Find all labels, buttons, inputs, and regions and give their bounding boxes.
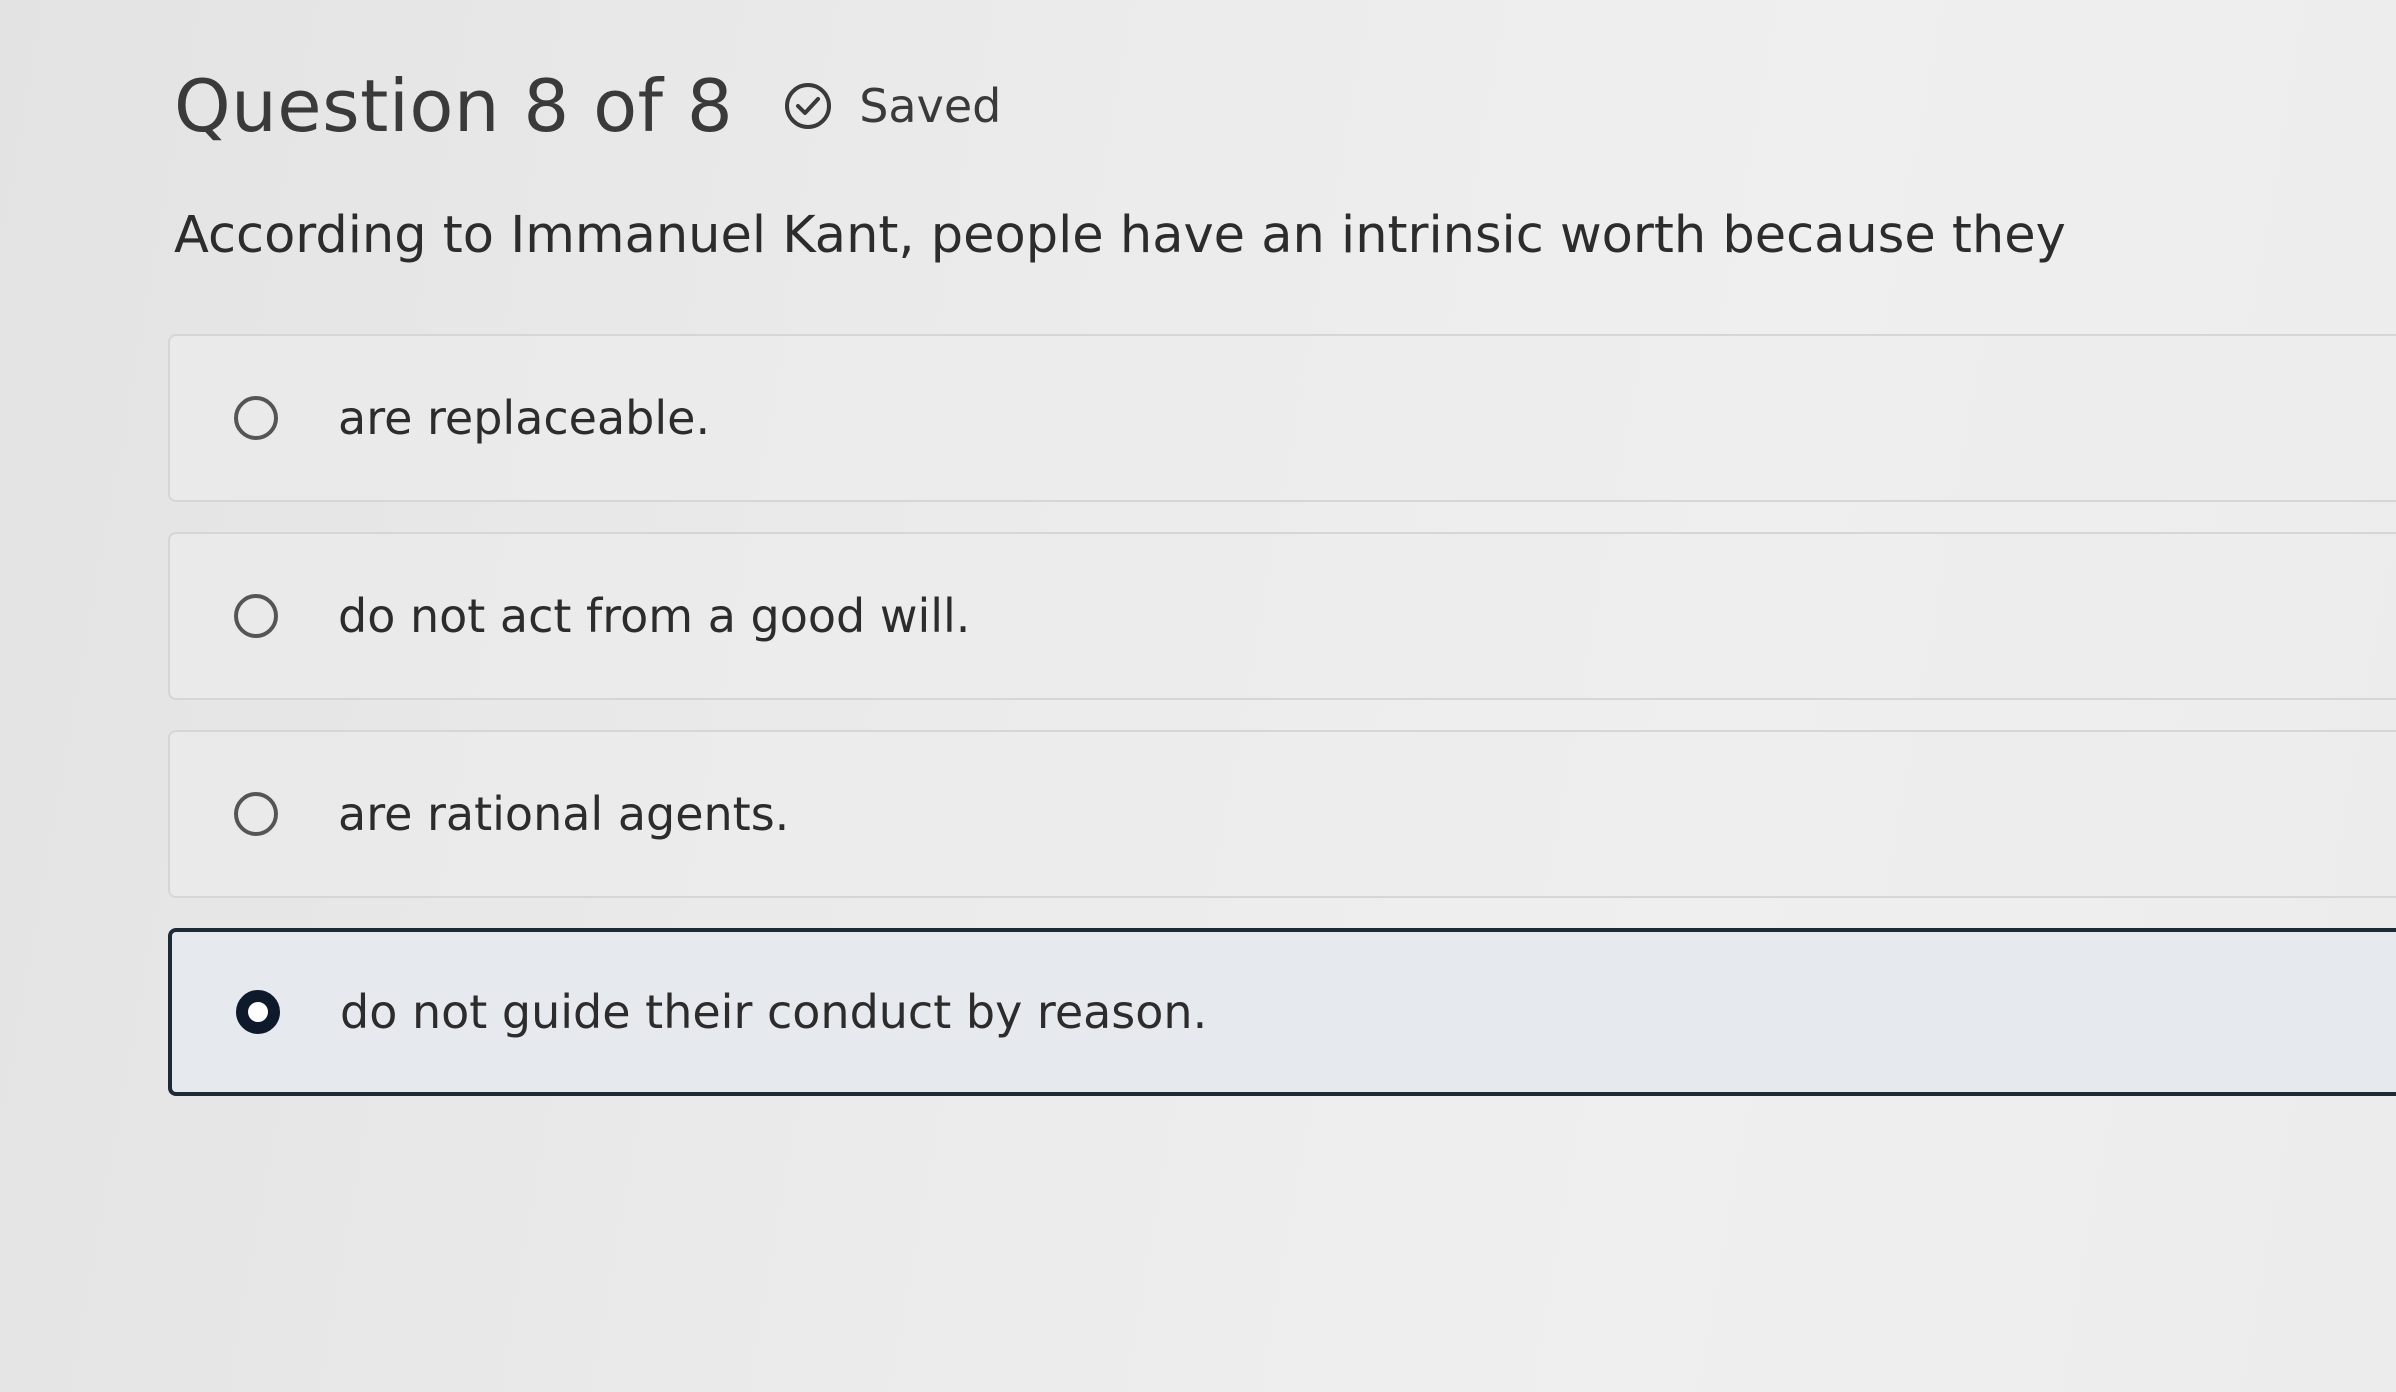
radio-button[interactable]: [234, 594, 278, 638]
radio-button[interactable]: [234, 792, 278, 836]
quiz-page: Question 8 of 8 Saved According to Imman…: [0, 0, 2396, 1392]
answer-option-3[interactable]: are rational agents.: [168, 730, 2396, 898]
answer-option-label: are rational agents.: [338, 787, 790, 841]
answer-option-label: do not act from a good will.: [338, 589, 971, 643]
radio-button[interactable]: [236, 990, 280, 1034]
radio-button[interactable]: [234, 396, 278, 440]
question-title: Question 8 of 8: [174, 64, 734, 148]
answer-option-label: are replaceable.: [338, 391, 711, 445]
question-text: According to Immanuel Kant, people have …: [174, 206, 2066, 265]
answer-option-1[interactable]: are replaceable.: [168, 334, 2396, 502]
answer-option-2[interactable]: do not act from a good will.: [168, 532, 2396, 700]
answer-option-4[interactable]: do not guide their conduct by reason.: [168, 928, 2396, 1096]
saved-status: Saved: [783, 79, 1001, 133]
answer-options: are replaceable. do not act from a good …: [168, 334, 2396, 1126]
answer-option-label: do not guide their conduct by reason.: [340, 985, 1208, 1039]
saved-label: Saved: [859, 79, 1002, 133]
check-circle-icon: [785, 83, 832, 129]
question-header: Question 8 of 8 Saved: [174, 58, 1001, 154]
